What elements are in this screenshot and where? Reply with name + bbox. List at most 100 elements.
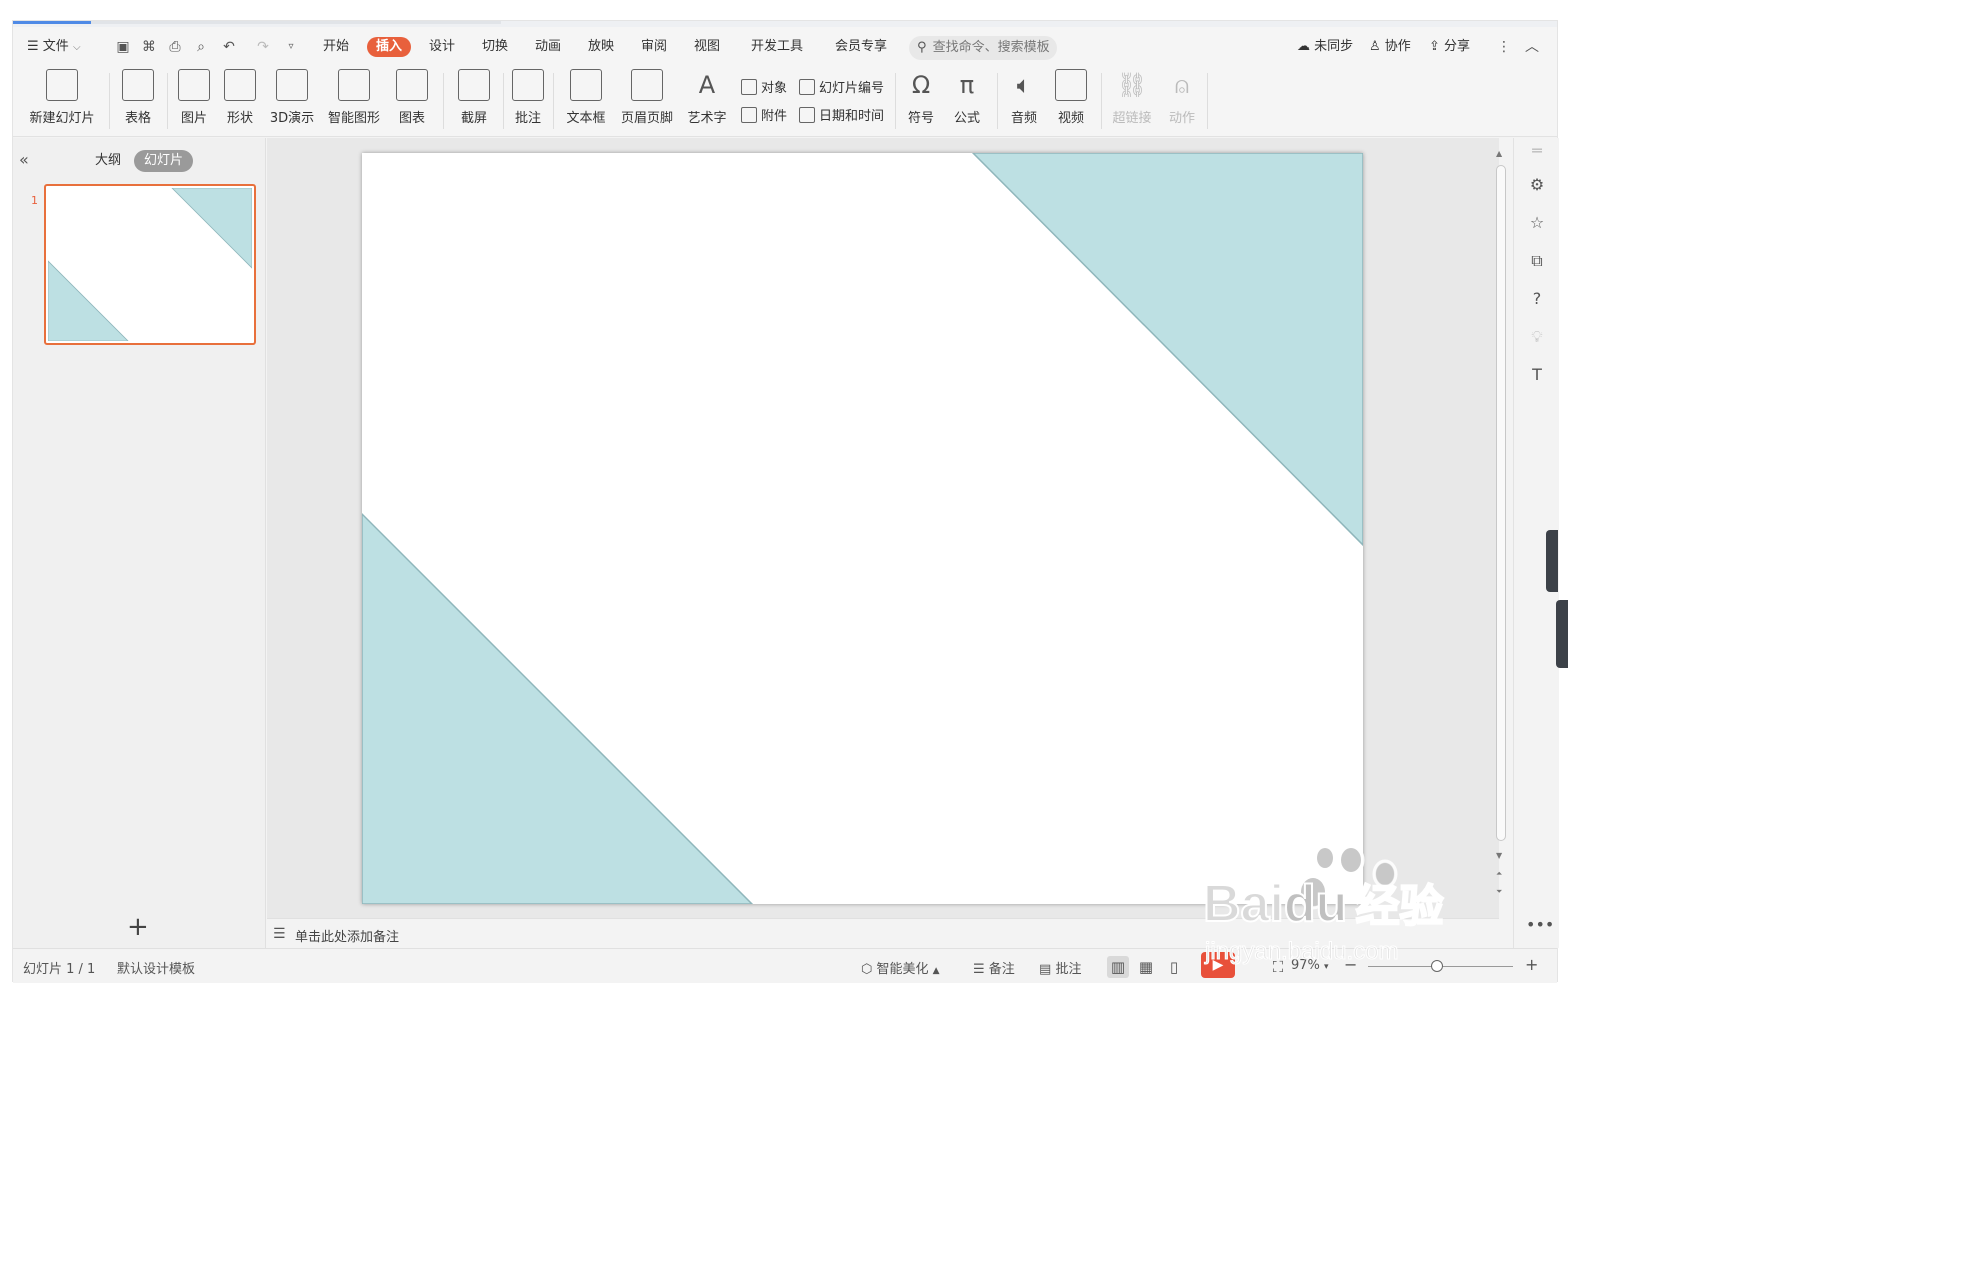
template-name[interactable]: 默认设计模板 bbox=[117, 958, 195, 977]
slide-canvas[interactable] bbox=[362, 153, 1363, 904]
scroll-up-icon[interactable]: ▲ bbox=[1496, 149, 1502, 158]
previous-slide-icon[interactable]: ⏶ bbox=[1496, 869, 1502, 879]
tab-outline[interactable]: 大纲 bbox=[95, 150, 121, 172]
floating-widget-tab[interactable] bbox=[1546, 530, 1558, 592]
tab-slideshow[interactable]: 放映 bbox=[588, 37, 614, 57]
help-icon[interactable]: ? bbox=[1526, 288, 1548, 310]
tab-insert[interactable]: 插入 bbox=[367, 37, 412, 57]
collapse-ribbon-icon[interactable]: ︿ bbox=[1522, 37, 1542, 57]
screenshot-button[interactable]: 截屏 bbox=[455, 69, 493, 126]
tab-member[interactable]: 会员专享 bbox=[835, 37, 887, 57]
table-button[interactable]: 表格 bbox=[117, 69, 159, 126]
smartart-button[interactable]: 智能图形 bbox=[323, 69, 385, 126]
file-menu-button[interactable]: ☰ 文件 ⌵ bbox=[27, 37, 81, 57]
link-icon: ⛓ bbox=[1116, 71, 1148, 99]
audio-button[interactable]: 🔈︎ 音频 bbox=[1005, 69, 1043, 126]
menu-bar: ☰ 文件 ⌵ ▣ ⌘ ⎙ ⌕ ↶ ↷ ▿ 开始 插入 设计 切换 动画 放映 审… bbox=[13, 27, 1557, 67]
zoom-slider[interactable] bbox=[1368, 960, 1513, 972]
tab-view[interactable]: 视图 bbox=[694, 37, 720, 57]
attachment-button[interactable]: 附件 bbox=[741, 105, 787, 124]
normal-view-icon[interactable]: ▥ bbox=[1107, 956, 1129, 978]
reading-view-icon[interactable]: ▯ bbox=[1163, 956, 1185, 978]
ribbon-divider bbox=[503, 73, 504, 129]
mouse-icon: ⍝ bbox=[1174, 71, 1190, 99]
slide-sorter-icon[interactable]: ▦ bbox=[1135, 956, 1157, 978]
slide-number-button[interactable]: 幻灯片编号 bbox=[799, 77, 884, 96]
ribbon-divider bbox=[109, 73, 110, 129]
customize-quick-access-icon[interactable]: ▿ bbox=[281, 37, 301, 57]
save-icon[interactable]: ▣ bbox=[113, 37, 133, 57]
action-button[interactable]: ⍝ 动作 bbox=[1165, 69, 1199, 126]
slide-content bbox=[362, 153, 1363, 904]
format-painter-icon[interactable]: ⌘ bbox=[139, 37, 159, 57]
picture-button[interactable]: 图片 bbox=[175, 69, 213, 126]
animation-star-icon[interactable]: ☆ bbox=[1526, 212, 1548, 234]
fit-window-icon[interactable]: ⛶ bbox=[1267, 956, 1289, 978]
zoom-out-icon[interactable]: − bbox=[1344, 955, 1357, 974]
comment-button[interactable]: 批注 bbox=[511, 69, 545, 126]
shape-button[interactable]: 形状 bbox=[221, 69, 259, 126]
floating-widget-tab[interactable] bbox=[1556, 600, 1568, 668]
undo-icon[interactable]: ↶ bbox=[219, 37, 239, 57]
speaker-icon: 🔈︎ bbox=[1016, 71, 1032, 99]
status-bar: 幻灯片 1 / 1 默认设计模板 ⬡ 智能美化 ▲ ☰ 备注 ▤ 批注 ▥ ▦ … bbox=[13, 948, 1557, 983]
video-button[interactable]: 视频 bbox=[1051, 69, 1091, 126]
slide-thumbnail[interactable] bbox=[44, 184, 256, 345]
properties-icon[interactable]: ⚙ bbox=[1526, 174, 1548, 196]
comment-toggle-button[interactable]: ▤ 批注 bbox=[1039, 958, 1081, 977]
header-footer-button[interactable]: 页眉页脚 bbox=[619, 69, 675, 126]
document-tab-active[interactable] bbox=[13, 21, 91, 24]
ribbon-divider bbox=[895, 73, 896, 129]
zoom-in-icon[interactable]: + bbox=[1525, 955, 1538, 974]
notes-pane[interactable]: ☰ 单击此处添加备注 bbox=[267, 918, 1499, 948]
tab-developer[interactable]: 开发工具 bbox=[751, 37, 803, 57]
search-icon: ⚲ bbox=[917, 40, 927, 55]
scroll-thumb[interactable] bbox=[1496, 165, 1506, 841]
more-icon[interactable]: ••• bbox=[1526, 914, 1554, 936]
smart-beautify-button[interactable]: ⬡ 智能美化 ▲ bbox=[861, 958, 940, 977]
sync-status-button[interactable]: ☁ 未同步 bbox=[1297, 37, 1353, 57]
share-button[interactable]: ⇪ 分享 bbox=[1429, 37, 1470, 57]
zoom-level-dropdown[interactable]: 97% ▾ bbox=[1291, 958, 1329, 973]
hyperlink-button[interactable]: ⛓ 超链接 bbox=[1109, 69, 1155, 126]
tab-review[interactable]: 审阅 bbox=[641, 37, 667, 57]
print-preview-icon[interactable]: ⌕ bbox=[191, 37, 211, 57]
transition-icon[interactable]: ⧉ bbox=[1526, 250, 1548, 272]
notes-toggle-button[interactable]: ☰ 备注 bbox=[973, 958, 1015, 977]
vertical-scrollbar[interactable]: ▲ ▼ ⏶ ⏷ bbox=[1493, 143, 1509, 913]
textbox-icon bbox=[570, 69, 602, 101]
chart-button[interactable]: 图表 bbox=[393, 69, 431, 126]
textbox-button[interactable]: 文本框 bbox=[561, 69, 611, 126]
formula-button[interactable]: π 公式 bbox=[947, 69, 987, 126]
3d-demo-button[interactable]: 3D演示 bbox=[269, 69, 315, 126]
tab-slides[interactable]: 幻灯片 bbox=[134, 150, 194, 172]
lightbulb-icon[interactable]: 💡︎ bbox=[1526, 326, 1548, 348]
table-icon bbox=[122, 69, 154, 101]
object-button[interactable]: 对象 bbox=[741, 77, 787, 96]
tab-design[interactable]: 设计 bbox=[429, 37, 455, 57]
scroll-down-icon[interactable]: ▼ bbox=[1496, 851, 1502, 860]
print-icon[interactable]: ⎙ bbox=[165, 37, 185, 57]
new-slide-button[interactable]: 新建幻灯片 bbox=[25, 69, 99, 126]
text-format-icon[interactable]: T bbox=[1526, 364, 1548, 386]
collapse-panel-icon[interactable]: « bbox=[19, 150, 29, 169]
wordart-icon: A bbox=[698, 71, 716, 99]
tab-transitions[interactable]: 切换 bbox=[482, 37, 508, 57]
zoom-slider-handle[interactable] bbox=[1431, 960, 1443, 972]
symbol-button[interactable]: Ω 符号 bbox=[901, 69, 941, 126]
next-slide-icon[interactable]: ⏷ bbox=[1496, 887, 1502, 897]
document-tab[interactable] bbox=[91, 21, 501, 24]
tab-animations[interactable]: 动画 bbox=[535, 37, 561, 57]
play-slideshow-button[interactable]: ▶ bbox=[1201, 952, 1235, 978]
drag-handle-icon[interactable]: ═ bbox=[1526, 140, 1548, 162]
add-slide-icon[interactable]: + bbox=[127, 912, 149, 942]
date-time-button[interactable]: 日期和时间 bbox=[799, 105, 884, 124]
command-search-input[interactable]: ⚲ 查找命令、搜索模板 bbox=[909, 36, 1057, 60]
ribbon-divider bbox=[1207, 73, 1208, 129]
comment-icon bbox=[512, 69, 544, 101]
more-options-icon[interactable]: ⋮ bbox=[1494, 37, 1514, 57]
redo-icon[interactable]: ↷ bbox=[253, 37, 273, 57]
collaborate-button[interactable]: ♙ 协作 bbox=[1369, 37, 1411, 57]
wordart-button[interactable]: A 艺术字 bbox=[681, 69, 733, 126]
tab-home[interactable]: 开始 bbox=[323, 37, 349, 57]
